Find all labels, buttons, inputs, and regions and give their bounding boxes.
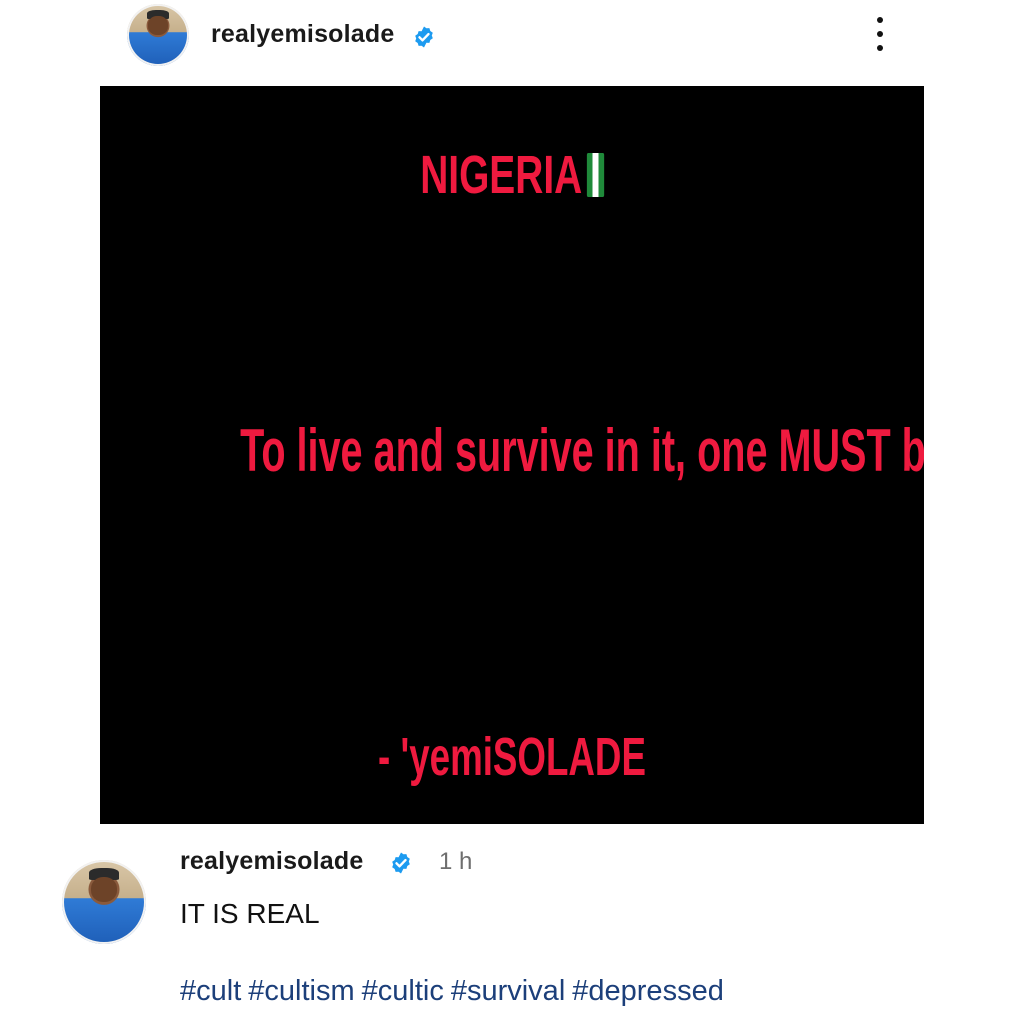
hashtag-link[interactable]: #cultic [362,975,444,1007]
verified-badge-icon [415,26,433,48]
post-timestamp: 1 h [439,848,473,875]
profile-avatar[interactable] [127,4,189,66]
more-options-icon[interactable] [868,14,892,54]
caption-text: IT IS REAL [180,898,320,929]
post-header: realyemisolade [0,0,1024,80]
nigeria-flag-icon [586,153,604,197]
post-image-author: - 'yemiSOLADE [378,727,646,787]
hashtag-list: #cult #cultism #cultic #survival #depressed [180,975,731,1008]
caption-avatar[interactable] [62,860,146,944]
post-image-country: NIGERIA [215,144,808,206]
hashtag-link[interactable]: #depressed [572,975,724,1007]
caption-username[interactable]: realyemisolade [180,847,363,876]
hashtag-link[interactable]: #survival [451,975,565,1007]
post-image-quote: To live and survive in it, one MUST belo… [240,417,924,484]
header-username[interactable]: realyemisolade [211,20,394,49]
post-image[interactable]: NIGERIA To live and survive in it, one M… [100,86,924,824]
hashtag-link[interactable]: #cult [180,975,241,1007]
hashtag-link[interactable]: #cultism [248,975,354,1007]
verified-badge-icon [392,852,410,874]
